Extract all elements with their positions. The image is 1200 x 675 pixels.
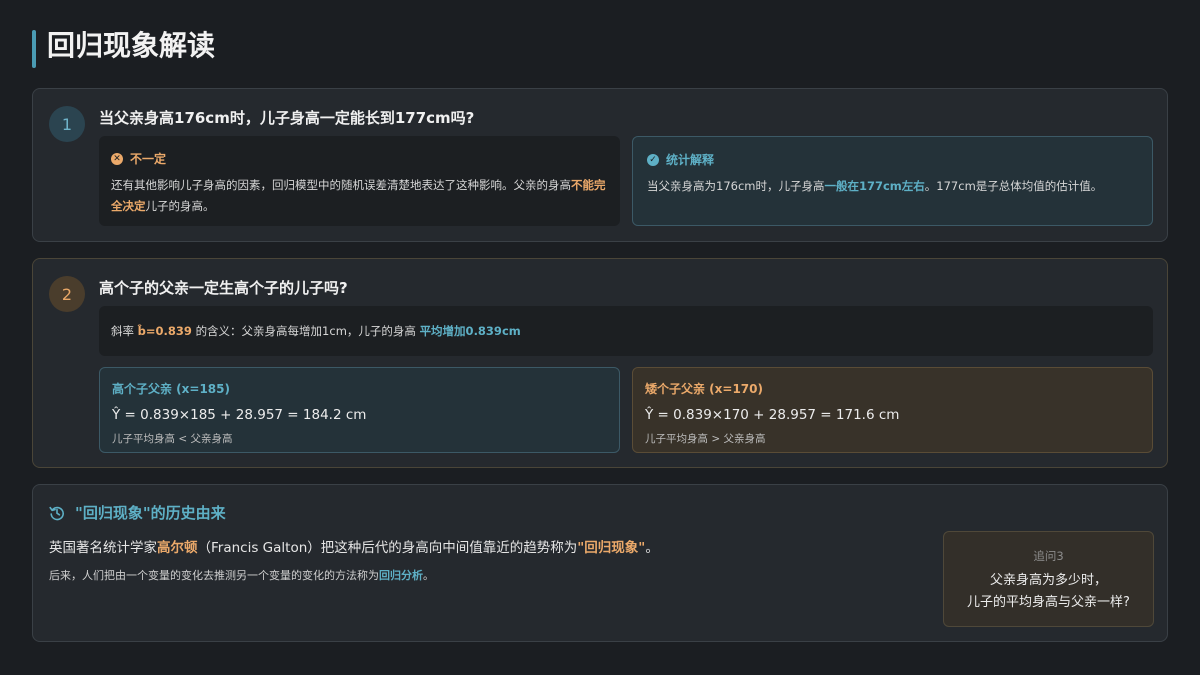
answer-heading: 不一定 — [130, 152, 167, 166]
page-title: 回归现象解读 — [47, 29, 216, 62]
answer-text: 还有其他影响儿子身高的因素，回归模型中的随机误差清楚地表达了这种影响。父亲的身高… — [111, 178, 606, 213]
short-father-box: 矮个子父亲 (x=170) Ŷ = 0.839×170 + 28.957 = 1… — [632, 367, 1153, 453]
x-circle-icon: ✕ — [111, 152, 123, 165]
tall-father-note: 儿子平均身高 < 父亲身高 — [112, 433, 233, 445]
explanation-heading: 统计解释 — [666, 153, 715, 167]
question-text: 当父亲身高176cm时，儿子身高一定能长到177cm吗? — [99, 109, 475, 127]
history-heading-row: "回归现象"的历史由来 — [49, 502, 226, 523]
explanation-text: 当父亲身高为176cm时，儿子身高一般在177cm左右。177cm是子总体均值的… — [647, 179, 1103, 193]
question-number-badge: 2 — [49, 276, 85, 312]
question-number-badge: 1 — [49, 106, 85, 142]
short-father-title: 矮个子父亲 (x=170) — [645, 382, 763, 396]
history-paragraph-2: 后来，人们把由一个变量的变化去推测另一个变量的变化的方法称为回归分析。 — [49, 569, 434, 582]
tall-father-formula: Ŷ = 0.839×185 + 28.957 = 184.2 cm — [112, 407, 367, 423]
question-text: 高个子的父亲一定生高个子的儿子吗? — [99, 279, 348, 297]
history-card: "回归现象"的历史由来 英国著名统计学家高尔顿（Francis Galton）把… — [32, 484, 1168, 642]
slope-explanation: 斜率 b̂=0.839 的含义：父亲身高每增加1cm，儿子的身高 平均增加0.8… — [99, 306, 1153, 356]
history-heading: "回归现象"的历史由来 — [75, 504, 226, 522]
history-icon — [49, 506, 64, 520]
tall-father-title: 高个子父亲 (x=185) — [112, 382, 230, 396]
tall-father-box: 高个子父亲 (x=185) Ŷ = 0.839×185 + 28.957 = 1… — [99, 367, 620, 453]
followup-label: 追问3 — [1033, 549, 1064, 563]
title-accent-bar — [32, 30, 36, 68]
followup-question-card[interactable]: 追问3 父亲身高为多少时， 儿子的平均身高与父亲一样? — [943, 531, 1154, 627]
check-circle-icon: ✓ — [647, 153, 659, 166]
followup-text: 父亲身高为多少时， 儿子的平均身高与父亲一样? — [967, 573, 1130, 610]
short-father-note: 儿子平均身高 > 父亲身高 — [645, 433, 766, 445]
short-father-formula: Ŷ = 0.839×170 + 28.957 = 171.6 cm — [645, 407, 900, 423]
question-card-1: 1 当父亲身高176cm时，儿子身高一定能长到177cm吗? ✕ 不一定 还有其… — [32, 88, 1168, 242]
history-paragraph-1: 英国著名统计学家高尔顿（Francis Galton）把这种后代的身高向中间值靠… — [49, 540, 659, 556]
explanation-box: ✓ 统计解释 当父亲身高为176cm时，儿子身高一般在177cm左右。177cm… — [632, 136, 1153, 226]
answer-box: ✕ 不一定 还有其他影响儿子身高的因素，回归模型中的随机误差清楚地表达了这种影响… — [99, 136, 620, 226]
question-card-2: 2 高个子的父亲一定生高个子的儿子吗? 斜率 b̂=0.839 的含义：父亲身高… — [32, 258, 1168, 468]
